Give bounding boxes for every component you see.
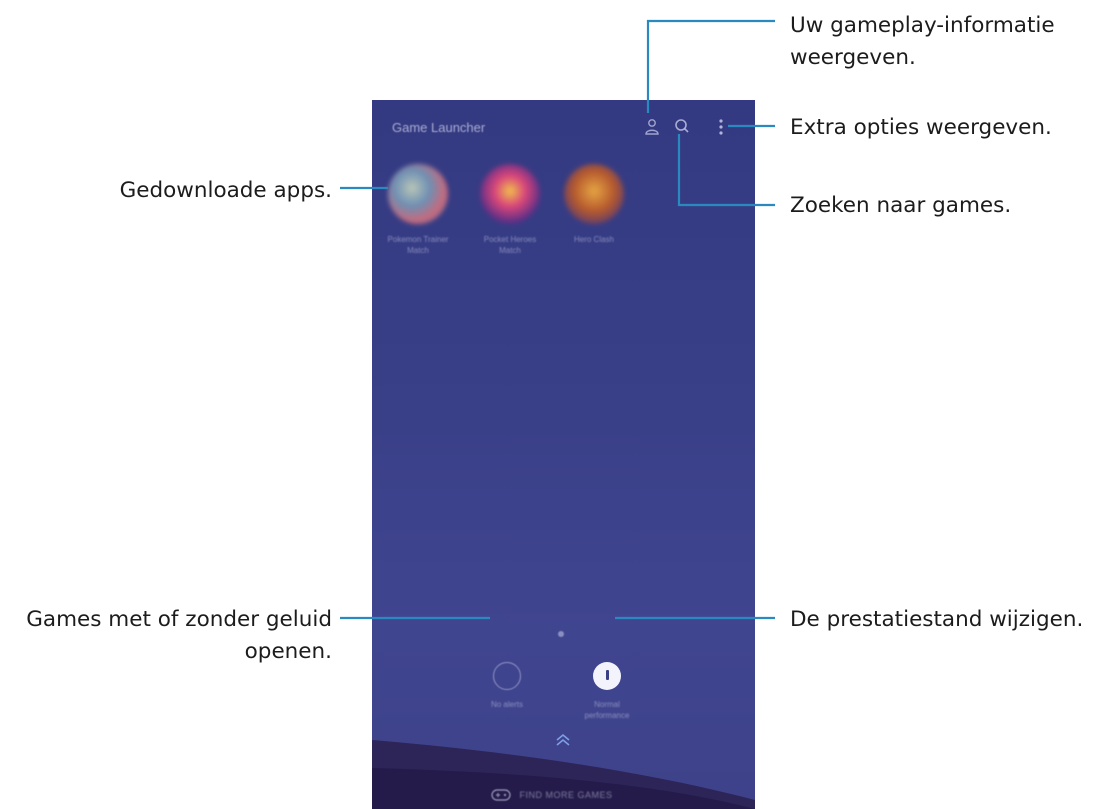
callout-gameplay-info: Uw gameplay-informatie weergeven. [790, 13, 1055, 70]
chevron-up-icon[interactable] [552, 732, 574, 748]
performance-mode-button[interactable]: Normal performance [569, 662, 645, 721]
callout-performance-mode: De prestatiestand wijzigen. [790, 607, 1084, 632]
mute-icon [493, 662, 521, 690]
downloaded-app-1[interactable]: Pokemon Trainer Match [382, 164, 454, 256]
app-title: Game Launcher [392, 120, 486, 135]
callout-search-games: Zoeken naar games. [790, 193, 1012, 218]
game-launcher-screen: Game Launcher Pokemon Trainer Match Pock… [372, 100, 755, 809]
app-label: Pokemon Trainer Match [387, 235, 449, 255]
callout-sound-mode: Games met of zonder geluid openen. [26, 607, 332, 664]
app-label: Hero Clash [573, 235, 614, 244]
downloaded-app-3[interactable]: Hero Clash [558, 164, 630, 245]
performance-icon [593, 662, 621, 690]
no-alerts-button[interactable]: No alerts [469, 662, 545, 710]
more-vertical-icon[interactable] [711, 116, 731, 138]
search-icon[interactable] [672, 116, 692, 138]
profile-icon[interactable] [642, 116, 662, 138]
app-label: Pocket Heroes Match [483, 235, 537, 255]
page-indicator [558, 631, 564, 637]
find-more-games-button[interactable]: FIND MORE GAMES [452, 784, 652, 806]
callout-extra-options: Extra opties weergeven. [790, 115, 1052, 140]
app-icon [564, 164, 624, 224]
no-alerts-label: No alerts [490, 700, 523, 709]
performance-label: Normal performance [584, 700, 630, 720]
app-icon [388, 164, 448, 224]
callout-downloaded-apps: Gedownloade apps. [119, 178, 332, 203]
app-icon [480, 164, 540, 224]
gamepad-icon [491, 789, 512, 801]
downloaded-app-2[interactable]: Pocket Heroes Match [474, 164, 546, 256]
find-more-games-label: FIND MORE GAMES [519, 790, 613, 800]
